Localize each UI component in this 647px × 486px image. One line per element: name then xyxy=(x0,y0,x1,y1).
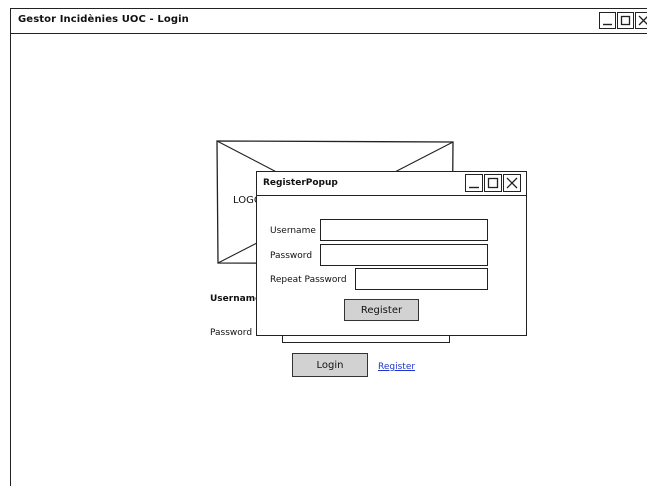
popup-close-button[interactable] xyxy=(503,174,521,192)
close-icon xyxy=(506,177,518,189)
popup-password-label: Password xyxy=(270,251,313,261)
register-link[interactable]: Register xyxy=(378,362,415,372)
password-input[interactable] xyxy=(282,336,450,343)
popup-username-input[interactable] xyxy=(320,219,488,241)
popup-repeat-password-label: Repeat Password xyxy=(270,275,347,285)
password-label: Password xyxy=(210,328,253,338)
register-button[interactable]: Register xyxy=(344,299,419,321)
maximize-icon xyxy=(620,15,631,26)
main-window-controls xyxy=(599,12,647,29)
popup-password-input[interactable] xyxy=(320,244,488,266)
username-label: Username xyxy=(210,294,262,304)
minimize-icon xyxy=(469,186,479,189)
popup-titlebar: RegisterPopup xyxy=(257,172,526,196)
popup-maximize-button[interactable] xyxy=(484,174,502,192)
login-button[interactable]: Login xyxy=(292,353,368,377)
maximize-button[interactable] xyxy=(617,12,634,29)
popup-title: RegisterPopup xyxy=(263,178,338,188)
close-button[interactable] xyxy=(635,12,647,29)
popup-window-controls xyxy=(465,174,521,192)
close-icon xyxy=(638,15,647,26)
popup-minimize-button[interactable] xyxy=(465,174,483,192)
popup-username-label: Username xyxy=(270,226,316,236)
popup-repeat-password-input[interactable] xyxy=(355,268,488,290)
main-titlebar: Gestor Incidènies UOC - Login xyxy=(11,9,647,34)
register-popup: RegisterPopup Username Password Repeat P… xyxy=(256,171,527,336)
minimize-icon xyxy=(603,23,612,26)
minimize-button[interactable] xyxy=(599,12,616,29)
maximize-icon xyxy=(487,177,499,189)
window-title: Gestor Incidènies UOC - Login xyxy=(18,14,189,25)
